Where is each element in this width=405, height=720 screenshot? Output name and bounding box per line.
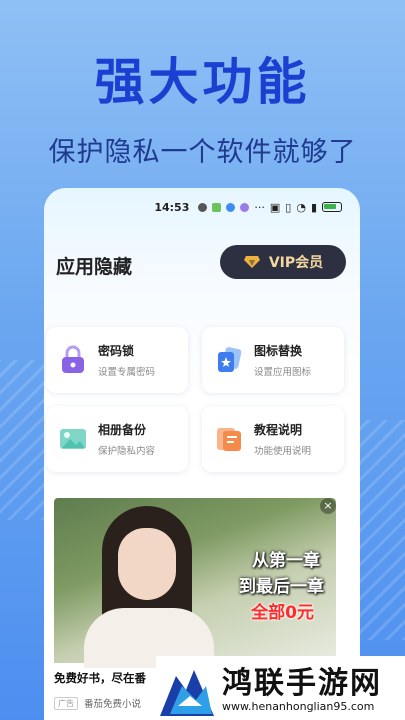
- ad-text-line3: 全部0元: [251, 603, 314, 623]
- feature-title: 教程说明: [254, 423, 303, 437]
- status-bar: 14:53 ··· ▣ ▯ ◔ ▮: [44, 198, 360, 216]
- vip-button[interactable]: VIP会员: [220, 245, 346, 279]
- phone-screen: 14:53 ··· ▣ ▯ ◔ ▮ 应用隐藏 VIP会员 密码锁 设置专属密码: [44, 188, 360, 720]
- feature-desc: 保护隐私内容: [98, 446, 156, 457]
- ad-image-figure-face: [118, 528, 176, 600]
- document-icon: [217, 428, 241, 451]
- notification-icon: [198, 202, 208, 212]
- ad-badge: 广告: [54, 696, 78, 710]
- battery-icon: [322, 202, 342, 212]
- feature-card-photo-backup[interactable]: 相册备份 保护隐私内容: [46, 406, 188, 472]
- icon-swap-icon: [218, 347, 242, 372]
- promo-headline: 强大功能: [94, 53, 311, 111]
- photo-icon: [60, 429, 86, 449]
- feature-desc: 功能使用说明: [254, 446, 312, 457]
- feature-card-icon-swap[interactable]: 图标替换 设置应用图标: [202, 327, 344, 393]
- watermark-url: www.henanhonglian95.com: [222, 700, 375, 713]
- diamond-icon: [243, 256, 260, 268]
- nfc-icon: ▣: [269, 200, 281, 214]
- wifi-icon: ◔: [296, 200, 306, 214]
- decorative-stripes-left: [0, 360, 50, 520]
- feature-card-password-lock[interactable]: 密码锁 设置专属密码: [46, 327, 188, 393]
- feature-title: 图标替换: [254, 344, 303, 358]
- app-notification-icon-2: [226, 202, 236, 212]
- feature-desc: 设置专属密码: [98, 367, 156, 378]
- ad-footer: 广告 番茄免费小说: [54, 696, 141, 710]
- ad-text-line1: 从第一章: [252, 551, 320, 571]
- ad-source: 番茄免费小说: [84, 699, 142, 710]
- watermark-logo-icon: [160, 670, 214, 716]
- page-title: 应用隐藏: [56, 256, 133, 278]
- ad-text-line2: 到最后一章: [239, 577, 324, 597]
- lock-icon: [62, 345, 84, 373]
- vip-label: VIP会员: [268, 255, 324, 271]
- feature-title: 密码锁: [98, 344, 135, 358]
- ad-headline: 免费好书，尽在番: [54, 671, 146, 685]
- promo-subline: 保护隐私一个软件就够了: [48, 137, 357, 168]
- feature-desc: 设置应用图标: [254, 367, 312, 378]
- vibrate-icon: ▯: [285, 200, 292, 214]
- watermark-name: 鸿联手游网: [222, 666, 382, 701]
- status-time: 14:53: [154, 200, 190, 214]
- watermark: 鸿联手游网 www.henanhonglian95.com: [156, 656, 405, 720]
- app-notification-icon-3: [240, 202, 250, 212]
- ad-close-button[interactable]: ×: [320, 498, 336, 514]
- alert-icon: ▮: [310, 200, 317, 214]
- more-icon: ···: [254, 200, 265, 214]
- feature-title: 相册备份: [98, 423, 147, 437]
- ad-image: 从第一章 到最后一章 全部0元: [54, 498, 336, 668]
- app-notification-icon: [212, 202, 222, 212]
- feature-card-tutorial[interactable]: 教程说明 功能使用说明: [202, 406, 344, 472]
